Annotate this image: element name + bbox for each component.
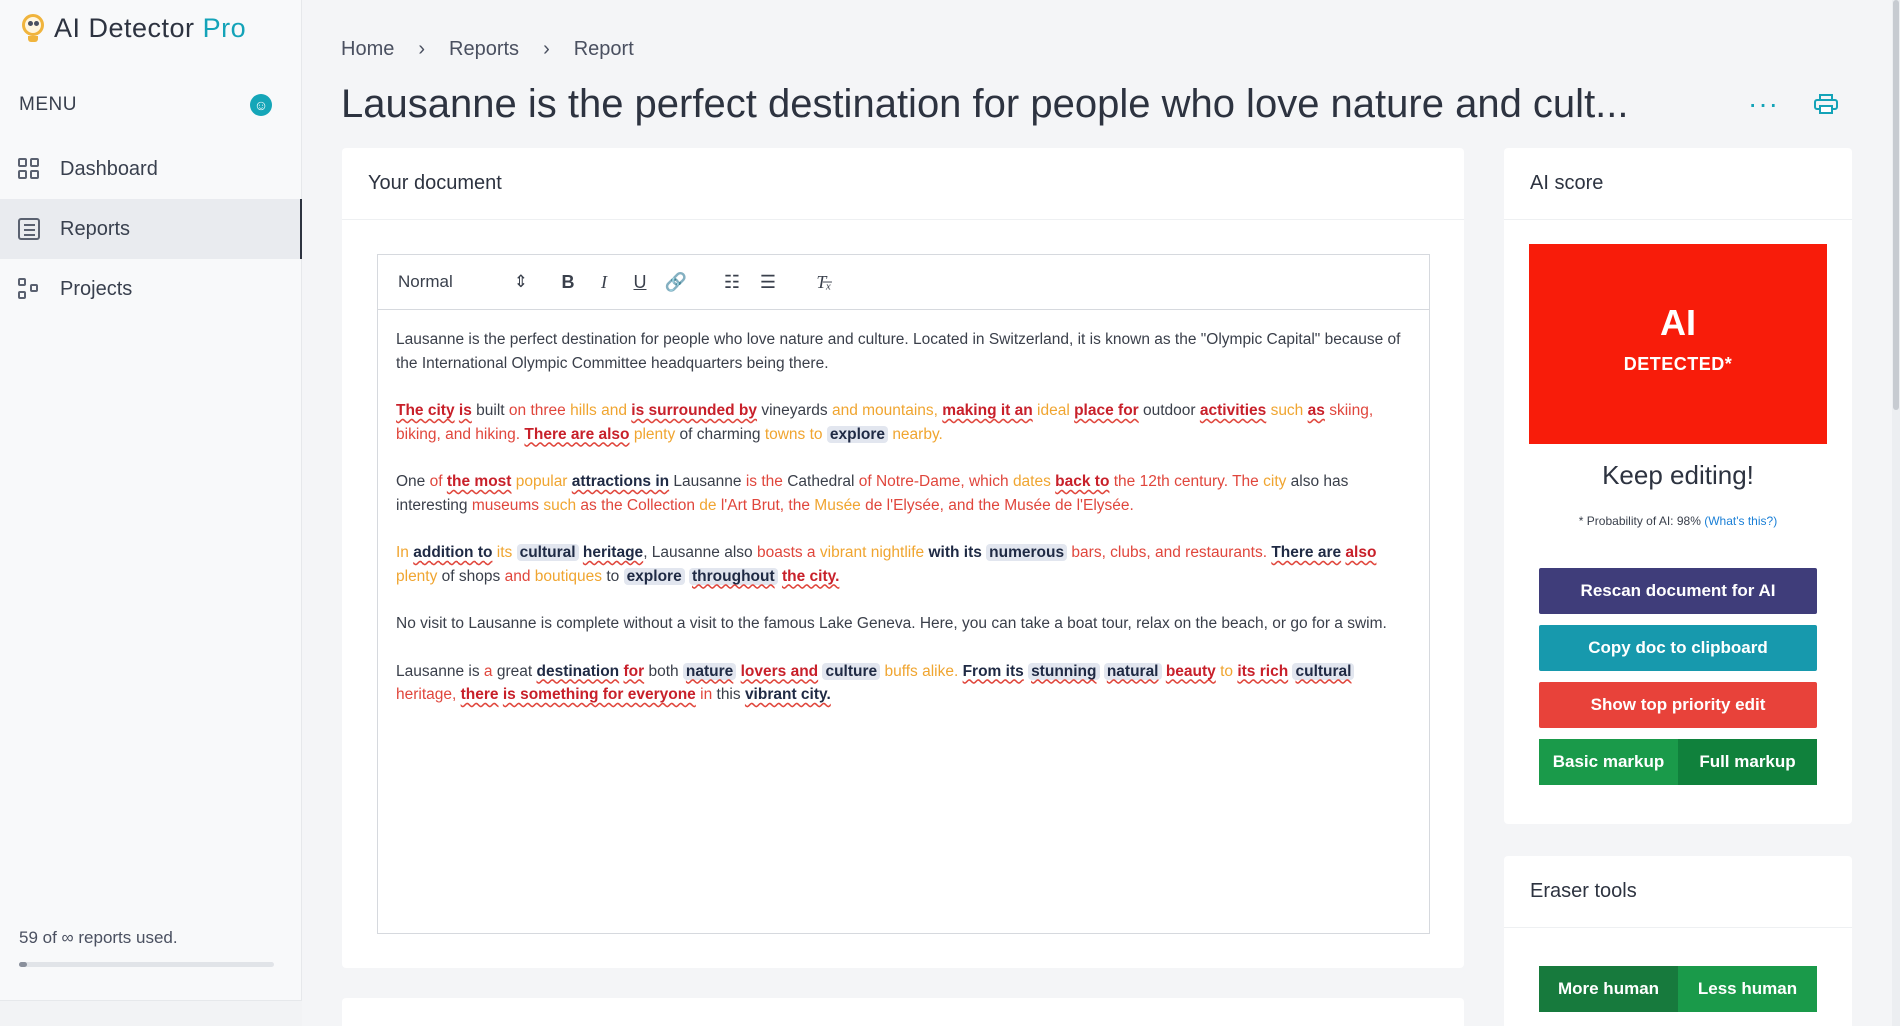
underline-button[interactable]: U	[622, 272, 658, 293]
document-text[interactable]: Lausanne is the perfect destination for …	[378, 310, 1429, 707]
ai-detected-badge: AI DETECTED*	[1529, 244, 1827, 444]
sidebar-item-label: Projects	[60, 277, 133, 300]
human-toggle: More human Less human	[1539, 966, 1817, 1012]
usage-text: 59 of ∞ reports used.	[19, 928, 178, 947]
ai-score-title: AI score	[1504, 148, 1852, 220]
paragraph: The city is built on three hills and is …	[396, 402, 1374, 443]
sidebar-item-label: Reports	[60, 217, 131, 240]
lightbulb-logo-icon	[20, 12, 46, 44]
italic-button[interactable]: I	[586, 272, 622, 293]
ordered-list-icon[interactable]: ☷	[714, 272, 750, 293]
markup-toggle: Basic markup Full markup	[1539, 739, 1817, 785]
paragraph: One of the most popular attractions in L…	[396, 473, 1349, 514]
dashboard-icon	[18, 158, 40, 180]
paragraph: Lausanne is a great destination for both…	[396, 660, 1411, 707]
document-card: Your document Normal ⇕ B I U 🔗 ☷ ☰ T̶ₓ L…	[342, 148, 1464, 968]
projects-icon	[18, 278, 40, 300]
ai-score-card: AI score AI DETECTED* Keep editing! * Pr…	[1504, 148, 1852, 824]
breadcrumb: Home › Reports › Report	[341, 38, 634, 61]
palette-icon[interactable]: ☺	[250, 94, 272, 116]
sidebar-item-reports[interactable]: Reports	[0, 199, 302, 259]
app-logo[interactable]: AI Detector Pro	[20, 8, 246, 48]
breadcrumb-report: Report	[573, 38, 634, 60]
paragraph: In addition to its cultural heritage, La…	[396, 544, 1377, 585]
scrollbar-thumb[interactable]	[1893, 0, 1899, 410]
link-icon[interactable]: 🔗	[658, 272, 694, 293]
menu-label: MENU	[19, 94, 77, 115]
sidebar-item-projects[interactable]: Projects	[0, 259, 302, 319]
eraser-tools-card: Eraser tools More human Less human	[1504, 856, 1852, 1026]
chevron-right-icon: ›	[418, 38, 426, 60]
clear-format-icon[interactable]: T̶ₓ	[806, 272, 842, 293]
logo-text: AI Detector Pro	[54, 12, 247, 43]
next-section-card	[342, 998, 1464, 1026]
sidebar-footer	[0, 1000, 302, 1026]
usage-progress-bar	[19, 962, 274, 967]
copy-to-clipboard-button[interactable]: Copy doc to clipboard	[1539, 625, 1817, 671]
sidebar: AI Detector Pro MENU ☺ Dashboard Reports…	[0, 0, 302, 1026]
format-select[interactable]: Normal ⇕	[398, 272, 528, 292]
rescan-button[interactable]: Rescan document for AI	[1539, 568, 1817, 614]
less-human-button[interactable]: Less human	[1678, 966, 1817, 1012]
reports-icon	[18, 218, 40, 240]
breadcrumb-home[interactable]: Home	[341, 38, 394, 61]
status-message: Keep editing!	[1602, 460, 1754, 490]
document-card-title: Your document	[342, 148, 1464, 220]
sidebar-item-label: Dashboard	[60, 157, 158, 180]
page-title: Lausanne is the perfect destination for …	[341, 82, 1629, 126]
full-markup-button[interactable]: Full markup	[1678, 739, 1817, 785]
sidebar-item-dashboard[interactable]: Dashboard	[0, 139, 302, 199]
editor-toolbar: Normal ⇕ B I U 🔗 ☷ ☰ T̶ₓ	[378, 255, 1429, 310]
eraser-tools-title: Eraser tools	[1504, 856, 1852, 928]
basic-markup-button[interactable]: Basic markup	[1539, 739, 1678, 785]
more-options-icon[interactable]: ···	[1748, 88, 1779, 120]
paragraph: Lausanne is the perfect destination for …	[396, 331, 1401, 372]
more-human-button[interactable]: More human	[1539, 966, 1678, 1012]
whats-this-link[interactable]: (What's this?)	[1704, 514, 1777, 528]
chevron-right-icon: ›	[543, 38, 550, 60]
bold-button[interactable]: B	[550, 272, 586, 293]
up-down-arrows-icon: ⇕	[513, 272, 528, 291]
show-priority-edit-button[interactable]: Show top priority edit	[1539, 682, 1817, 728]
paragraph: No visit to Lausanne is complete without…	[396, 615, 1387, 632]
probability-text: * Probability of AI: 98% (What's this?)	[1578, 514, 1778, 528]
printer-icon[interactable]	[1814, 94, 1838, 114]
rich-text-editor[interactable]: Normal ⇕ B I U 🔗 ☷ ☰ T̶ₓ Lausanne is the…	[377, 254, 1430, 934]
breadcrumb-reports[interactable]: Reports	[449, 38, 519, 61]
bullet-list-icon[interactable]: ☰	[750, 272, 786, 293]
page-scrollbar[interactable]	[1892, 0, 1900, 1026]
